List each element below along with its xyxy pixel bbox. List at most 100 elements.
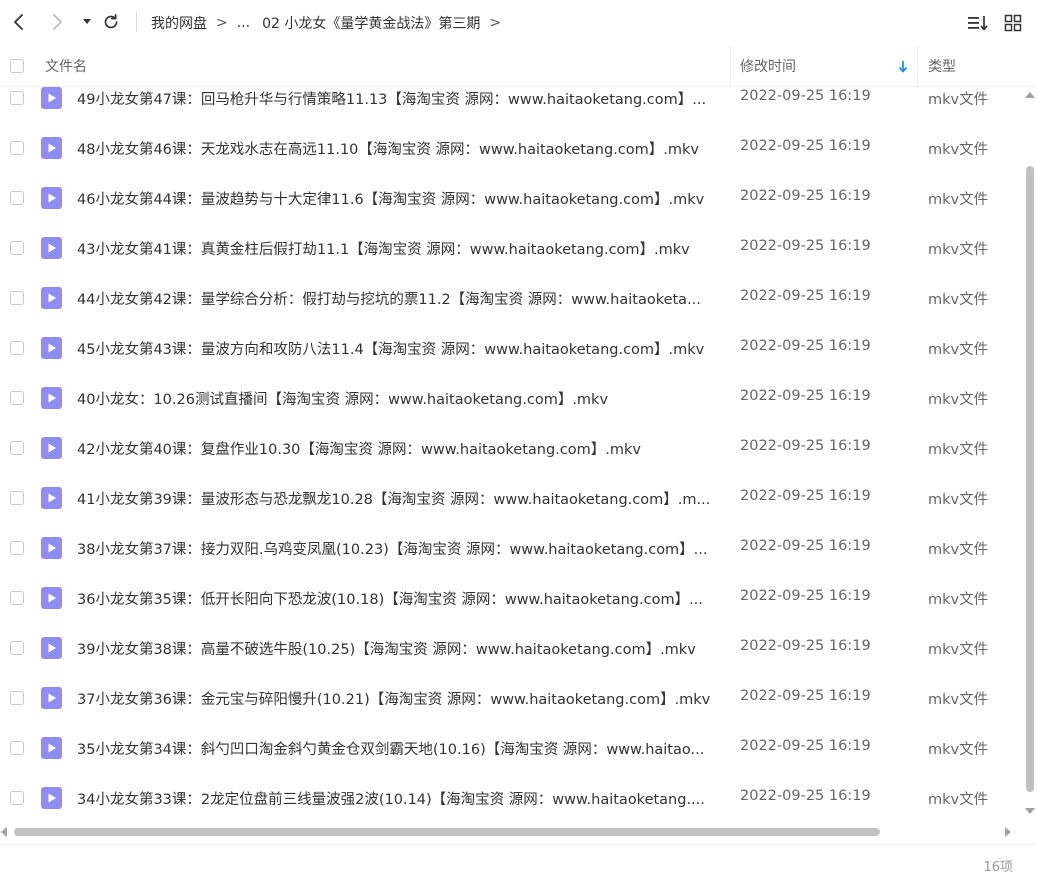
file-name[interactable]: 34小龙女第33课：2龙定位盘前三线量波强2波(10.14)【海淘宝资 源网：w… (77, 788, 722, 809)
file-name[interactable]: 49小龙女第47课：回马枪升华与行情策略11.13【海淘宝资 源网：www.ha… (77, 88, 722, 109)
file-row[interactable]: 36小龙女第35课：低开长阳向下恐龙波(10.18)【海淘宝资 源网：www.h… (0, 573, 1022, 623)
file-name[interactable]: 35小龙女第34课：斜勺凹口淘金斜勺黄金仓双剑霸天地(10.16)【海淘宝资 源… (77, 738, 722, 759)
file-list: 49小龙女第47课：回马枪升华与行情策略11.13【海淘宝资 源网：www.ha… (0, 86, 1022, 822)
file-row[interactable]: 41小龙女第39课：量波形态与恐龙飘龙10.28【海淘宝资 源网：www.hai… (0, 473, 1022, 523)
file-type: mkv文件 (928, 192, 989, 208)
scroll-down-arrow-icon[interactable] (1025, 808, 1035, 814)
file-name[interactable]: 44小龙女第42课：量学综合分析：假打劫与挖坑的票11.2【海淘宝资 源网：ww… (77, 288, 722, 309)
file-type: mkv文件 (928, 792, 989, 808)
file-name[interactable]: 36小龙女第35课：低开长阳向下恐龙波(10.18)【海淘宝资 源网：www.h… (77, 588, 722, 609)
sort-button[interactable] (967, 12, 989, 34)
row-checkbox[interactable] (10, 791, 24, 805)
row-checkbox[interactable] (10, 491, 24, 505)
row-checkbox[interactable] (10, 741, 24, 755)
row-checkbox[interactable] (10, 341, 24, 355)
file-name[interactable]: 38小龙女第37课：接力双阳.乌鸡变凤凰(10.23)【海淘宝资 源网：www.… (77, 538, 722, 559)
video-file-icon (41, 287, 62, 309)
file-row[interactable]: 39小龙女第38课：高量不破选牛股(10.25)【海淘宝资 源网：www.hai… (0, 623, 1022, 673)
column-divider[interactable] (730, 46, 731, 86)
row-checkbox[interactable] (10, 141, 24, 155)
breadcrumb-item-current[interactable]: 02 小龙女《量学黄金战法》第三期 (262, 13, 480, 33)
file-row[interactable]: 46小龙女第44课：量波趋势与十大定律11.6【海淘宝资 源网：www.hait… (0, 173, 1022, 223)
back-button[interactable] (9, 10, 29, 34)
row-checkbox[interactable] (10, 641, 24, 655)
row-checkbox[interactable] (10, 241, 24, 255)
file-row[interactable]: 44小龙女第42课：量学综合分析：假打劫与挖坑的票11.2【海淘宝资 源网：ww… (0, 273, 1022, 323)
file-type: mkv文件 (928, 642, 989, 658)
sort-descending-icon (898, 61, 908, 73)
horizontal-scroll-thumb[interactable] (14, 828, 880, 836)
chevron-left-icon (14, 14, 23, 30)
vertical-scrollbar[interactable] (1022, 86, 1037, 822)
file-row[interactable]: 43小龙女第41课：真黄金柱后假打劫11.1【海淘宝资 源网：www.haita… (0, 223, 1022, 273)
file-row[interactable]: 40小龙女：10.26测试直播间【海淘宝资 源网：www.haitaoketan… (0, 373, 1022, 423)
breadcrumb: 我的网盘 > ... 02 小龙女《量学黄金战法》第三期 > (151, 12, 510, 34)
column-header-name[interactable]: 文件名 (45, 46, 87, 86)
vertical-scroll-thumb[interactable] (1026, 166, 1034, 792)
grid-view-icon (1004, 14, 1022, 32)
file-name[interactable]: 45小龙女第43课：量波方向和攻防八法11.4【海淘宝资 源网：www.hait… (77, 338, 722, 359)
row-checkbox[interactable] (10, 441, 24, 455)
file-name[interactable]: 46小龙女第44课：量波趋势与十大定律11.6【海淘宝资 源网：www.hait… (77, 188, 722, 209)
breadcrumb-item-root[interactable]: 我的网盘 (151, 13, 207, 33)
file-type: mkv文件 (928, 442, 989, 458)
file-modified-time: 2022-09-25 16:19 (740, 388, 871, 404)
file-row[interactable]: 35小龙女第34课：斜勺凹口淘金斜勺黄金仓双剑霸天地(10.16)【海淘宝资 源… (0, 723, 1022, 773)
file-row[interactable]: 38小龙女第37课：接力双阳.乌鸡变凤凰(10.23)【海淘宝资 源网：www.… (0, 523, 1022, 573)
file-row[interactable]: 49小龙女第47课：回马枪升华与行情策略11.13【海淘宝资 源网：www.ha… (0, 86, 1022, 123)
breadcrumb-item-ellipsis[interactable]: ... (237, 15, 250, 31)
file-type: mkv文件 (928, 292, 989, 308)
file-name[interactable]: 41小龙女第39课：量波形态与恐龙飘龙10.28【海淘宝资 源网：www.hai… (77, 488, 722, 509)
column-header-modified[interactable]: 修改时间 (740, 46, 915, 86)
toolbar-divider (136, 12, 137, 32)
row-checkbox[interactable] (10, 591, 24, 605)
grid-view-button[interactable] (1002, 12, 1024, 34)
video-file-icon (41, 137, 62, 159)
video-file-icon (41, 587, 62, 609)
row-checkbox[interactable] (10, 191, 24, 205)
select-all-checkbox[interactable] (10, 59, 24, 73)
refresh-icon (104, 13, 118, 29)
video-file-icon (41, 487, 62, 509)
video-file-icon (41, 387, 62, 409)
file-modified-time: 2022-09-25 16:19 (740, 488, 871, 504)
file-name[interactable]: 40小龙女：10.26测试直播间【海淘宝资 源网：www.haitaoketan… (77, 388, 722, 409)
row-checkbox[interactable] (10, 541, 24, 555)
file-row[interactable]: 48小龙女第46课：天龙戏水志在高远11.10【海淘宝资 源网：www.hait… (0, 123, 1022, 173)
scroll-left-arrow-icon[interactable] (1, 827, 7, 837)
row-checkbox[interactable] (10, 391, 24, 405)
file-name[interactable]: 37小龙女第36课：金元宝与碎阳慢升(10.21)【海淘宝资 源网：www.ha… (77, 688, 722, 709)
history-dropdown-button[interactable] (77, 10, 97, 34)
row-checkbox[interactable] (10, 291, 24, 305)
forward-button[interactable] (47, 10, 67, 34)
file-type: mkv文件 (928, 592, 989, 608)
column-divider[interactable] (917, 46, 918, 86)
scroll-up-arrow-icon[interactable] (1025, 92, 1035, 98)
file-name[interactable]: 42小龙女第40课：复盘作业10.30【海淘宝资 源网：www.haitaoke… (77, 438, 722, 459)
status-bar: 16项 (0, 844, 1037, 879)
file-row[interactable]: 34小龙女第33课：2龙定位盘前三线量波强2波(10.14)【海淘宝资 源网：w… (0, 773, 1022, 822)
file-modified-time: 2022-09-25 16:19 (740, 138, 871, 154)
row-checkbox[interactable] (10, 91, 24, 105)
scroll-right-arrow-icon[interactable] (1005, 827, 1011, 837)
select-all-cell (10, 46, 24, 86)
file-modified-time: 2022-09-25 16:19 (740, 788, 871, 804)
file-row[interactable]: 45小龙女第43课：量波方向和攻防八法11.4【海淘宝资 源网：www.hait… (0, 323, 1022, 373)
column-header-type[interactable]: 类型 (928, 46, 956, 86)
file-row[interactable]: 37小龙女第36课：金元宝与碎阳慢升(10.21)【海淘宝资 源网：www.ha… (0, 673, 1022, 723)
video-file-icon (41, 637, 62, 659)
file-modified-time: 2022-09-25 16:19 (740, 588, 871, 604)
row-checkbox[interactable] (10, 691, 24, 705)
column-header: 文件名 修改时间 类型 (0, 46, 1037, 87)
file-name[interactable]: 39小龙女第38课：高量不破选牛股(10.25)【海淘宝资 源网：www.hai… (77, 638, 722, 659)
refresh-button[interactable] (101, 10, 121, 34)
file-modified-time: 2022-09-25 16:19 (740, 88, 871, 104)
toolbar: 我的网盘 > ... 02 小龙女《量学黄金战法》第三期 > (0, 0, 1037, 46)
file-type: mkv文件 (928, 692, 989, 708)
file-name[interactable]: 48小龙女第46课：天龙戏水志在高远11.10【海淘宝资 源网：www.hait… (77, 138, 722, 159)
file-name[interactable]: 43小龙女第41课：真黄金柱后假打劫11.1【海淘宝资 源网：www.haita… (77, 238, 722, 259)
horizontal-scrollbar[interactable] (0, 822, 1022, 842)
file-row[interactable]: 42小龙女第40课：复盘作业10.30【海淘宝资 源网：www.haitaoke… (0, 423, 1022, 473)
column-header-modified-label: 修改时间 (740, 59, 796, 75)
video-file-icon (41, 537, 62, 559)
